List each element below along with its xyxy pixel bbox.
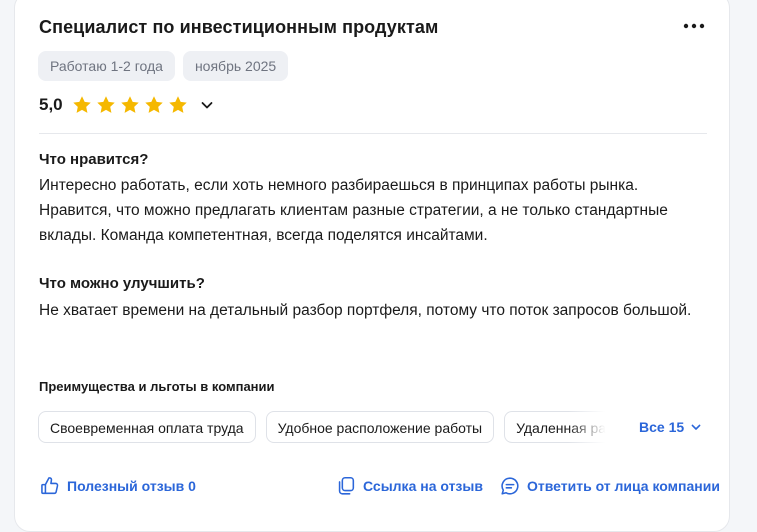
improve-text: Не хватает времени на детальный разбор п…	[39, 302, 692, 319]
star-icon	[144, 96, 163, 113]
rating-stars	[71, 94, 189, 116]
reply-label: Ответить от лица компании	[527, 478, 720, 494]
chat-icon	[501, 477, 519, 495]
show-all-label: Все 15	[639, 419, 685, 435]
chevron-down-icon	[691, 424, 701, 430]
benefits-heading: Преимущества и льготы в компании	[39, 379, 275, 394]
benefit-chip[interactable]: Своевременная оплата труда	[38, 411, 256, 443]
star-icon	[72, 96, 91, 113]
rating-value: 5,0	[39, 95, 63, 114]
improve-heading: Что можно улучшить?	[39, 275, 205, 292]
show-all-benefits-button[interactable]: Все 15	[639, 419, 704, 435]
benefit-chip[interactable]: Удобное расположение работы	[265, 411, 495, 443]
likes-heading: Что нравится?	[39, 151, 149, 168]
more-options-button[interactable]	[681, 13, 707, 39]
likes-text: Интересно работать, если хоть немного ра…	[39, 177, 668, 244]
copy-link-icon	[338, 476, 355, 495]
more-icon	[683, 23, 705, 29]
tenure-badge: Работаю 1-2 года	[38, 51, 175, 81]
reply-as-company-button[interactable]: Ответить от лица компании	[499, 475, 720, 497]
benefits-list: Своевременная оплата труда Удобное распо…	[38, 411, 608, 445]
star-icon	[168, 96, 187, 113]
copy-link-button[interactable]: Ссылка на отзыв	[335, 475, 483, 497]
date-badge: ноябрь 2025	[182, 51, 289, 81]
review-position-title: Специалист по инвестиционным продуктам	[39, 17, 439, 37]
thumbs-up-icon	[41, 477, 59, 495]
chevron-down-icon[interactable]	[197, 95, 217, 115]
review-card: Специалист по инвестиционным продуктам Р…	[14, 0, 730, 532]
helpful-label: Полезный отзыв 0	[67, 478, 196, 494]
copy-link-label: Ссылка на отзыв	[363, 478, 483, 494]
rating-row: 5,0	[39, 93, 217, 117]
helpful-review-button[interactable]: Полезный отзыв 0	[39, 475, 196, 497]
review-meta: Работаю 1-2 года ноябрь 2025	[38, 51, 289, 81]
divider	[39, 133, 707, 134]
star-icon	[120, 96, 139, 113]
star-icon	[96, 96, 115, 113]
benefits-fade	[568, 411, 612, 445]
